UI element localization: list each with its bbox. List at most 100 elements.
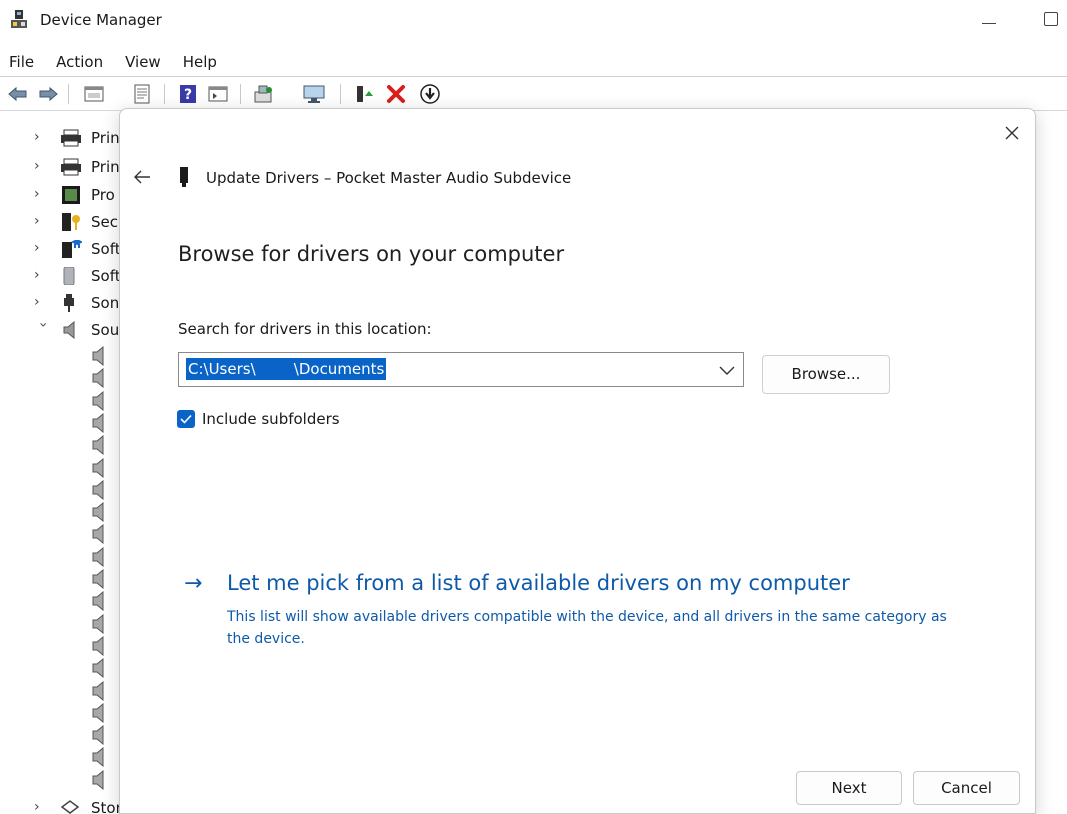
software-component-icon — [62, 240, 82, 258]
tree-child-audio-endpoint[interactable] — [90, 345, 110, 368]
tree-child-audio-endpoint[interactable] — [90, 769, 110, 792]
tree-item-printers[interactable]: › Prin — [0, 126, 120, 150]
tree-item-software-devices[interactable]: › Soft — [0, 264, 120, 288]
chevron-down-icon[interactable]: › — [35, 322, 51, 336]
tree-item-sound-devices[interactable]: › Son — [0, 291, 120, 315]
speaker-icon — [92, 546, 104, 567]
speaker-icon — [92, 769, 104, 790]
tree-item-security-devices[interactable]: › Sec — [0, 210, 120, 234]
close-icon[interactable] — [1000, 121, 1024, 145]
svg-text:?: ? — [184, 87, 192, 103]
processor-icon — [62, 186, 80, 204]
console-icon[interactable] — [130, 82, 154, 106]
chevron-right-icon[interactable]: › — [34, 799, 48, 814]
menu-action[interactable]: Action — [45, 50, 114, 74]
view-icon[interactable] — [206, 82, 230, 106]
tree-child-audio-endpoint[interactable] — [90, 702, 110, 725]
tree-item-storage-controllers[interactable]: › Stor — [0, 796, 120, 814]
speaker-icon — [92, 412, 104, 433]
chevron-right-icon[interactable]: › — [34, 240, 48, 256]
tree-item-print-queues[interactable]: › Prin — [0, 155, 120, 179]
pick-driver-description: This list will show available drivers co… — [227, 609, 947, 647]
tree-child-audio-endpoint[interactable] — [90, 479, 110, 502]
speaker-icon — [92, 368, 104, 389]
toolbar-separator — [240, 84, 241, 104]
speaker-icon — [92, 635, 104, 656]
toolbar-separator — [340, 84, 341, 104]
tree-child-audio-endpoint[interactable] — [90, 658, 110, 680]
include-subfolders-label[interactable]: Include subfolders — [202, 410, 340, 428]
tree-item-label: Soft — [91, 267, 119, 285]
cancel-button[interactable]: Cancel — [913, 771, 1020, 805]
chevron-right-icon[interactable]: › — [34, 213, 48, 229]
tree-child-audio-endpoint[interactable] — [90, 435, 110, 457]
menu-bar: File Action View Help — [0, 50, 228, 74]
forward-icon[interactable] — [36, 82, 60, 106]
tree-item-label: Pro — [91, 186, 115, 204]
tree-child-audio-endpoint[interactable] — [90, 725, 110, 747]
tree-item-software-components[interactable]: › Soft — [0, 237, 120, 261]
back-arrow-icon[interactable] — [130, 165, 154, 189]
tree-child-audio-endpoint[interactable] — [90, 457, 110, 480]
printer-icon — [61, 129, 81, 147]
speaker-icon — [92, 613, 104, 634]
tree-item-processors[interactable]: › Pro — [0, 183, 120, 207]
help-icon[interactable]: ? — [176, 82, 200, 106]
tree-child-audio-endpoint[interactable] — [90, 502, 110, 524]
properties-icon[interactable] — [82, 82, 106, 106]
chevron-right-icon[interactable]: › — [34, 186, 48, 202]
tree-child-audio-endpoint[interactable] — [90, 390, 110, 413]
tree-child-audio-endpoint[interactable] — [90, 635, 110, 658]
back-icon[interactable] — [6, 82, 30, 106]
speaker-icon — [92, 435, 104, 456]
tree-child-audio-endpoint[interactable] — [90, 524, 110, 546]
speaker-icon — [92, 345, 104, 367]
chevron-right-icon[interactable]: › — [34, 158, 48, 174]
speaker-icon — [92, 658, 104, 679]
software-device-icon — [63, 267, 75, 285]
tree-child-audio-endpoint[interactable] — [90, 613, 110, 636]
driver-path-combobox[interactable]: C:\Users\ \Documents — [178, 352, 744, 387]
tree-child-audio-endpoint[interactable] — [90, 412, 110, 435]
driver-path-value[interactable]: C:\Users\ \Documents — [186, 358, 387, 380]
update-driver-icon[interactable] — [418, 82, 442, 106]
tree-child-audio-endpoint[interactable] — [90, 368, 110, 390]
speaker-icon — [92, 524, 104, 545]
browse-button[interactable]: Browse... — [762, 355, 890, 394]
tree-child-audio-endpoint[interactable] — [90, 546, 110, 569]
menu-help[interactable]: Help — [172, 50, 228, 74]
chevron-down-icon[interactable] — [717, 360, 737, 380]
uninstall-icon[interactable] — [384, 82, 408, 106]
security-key-icon — [62, 213, 80, 231]
scan-hardware-icon[interactable] — [252, 82, 276, 106]
tree-item-sound-video-game[interactable]: › Sou — [0, 318, 120, 342]
minimize-button[interactable] — [978, 8, 1002, 32]
chevron-right-icon[interactable]: › — [34, 267, 48, 283]
tree-child-audio-endpoint[interactable] — [90, 747, 110, 769]
monitor-icon[interactable] — [302, 82, 326, 106]
speaker-icon — [92, 390, 104, 411]
tree-item-label: Sec — [91, 213, 118, 231]
menu-file[interactable]: File — [0, 50, 45, 74]
pick-driver-link[interactable]: Let me pick from a list of available dri… — [227, 571, 850, 595]
next-button[interactable]: Next — [796, 771, 902, 805]
audio-device-icon — [180, 167, 188, 187]
tree-item-label: Prin — [91, 158, 119, 176]
tree-child-audio-endpoint[interactable] — [90, 680, 110, 703]
arrow-right-icon[interactable]: → — [184, 571, 202, 596]
search-location-label: Search for drivers in this location: — [178, 320, 432, 338]
storage-icon — [60, 800, 80, 814]
speaker-icon — [63, 321, 75, 339]
chevron-right-icon[interactable]: › — [34, 294, 48, 310]
enable-device-icon[interactable] — [352, 82, 376, 106]
tree-child-audio-endpoint[interactable] — [90, 568, 110, 591]
menu-view[interactable]: View — [114, 50, 172, 74]
maximize-button[interactable] — [1044, 12, 1058, 26]
device-manager-icon — [11, 10, 27, 28]
toolbar: ? — [0, 80, 1067, 108]
include-subfolders-checkbox[interactable] — [177, 410, 195, 428]
chevron-right-icon[interactable]: › — [34, 129, 48, 145]
update-drivers-dialog: Update Drivers – Pocket Master Audio Sub… — [119, 108, 1036, 814]
tree-child-audio-endpoint[interactable] — [90, 591, 110, 613]
checkmark-icon — [180, 414, 192, 424]
